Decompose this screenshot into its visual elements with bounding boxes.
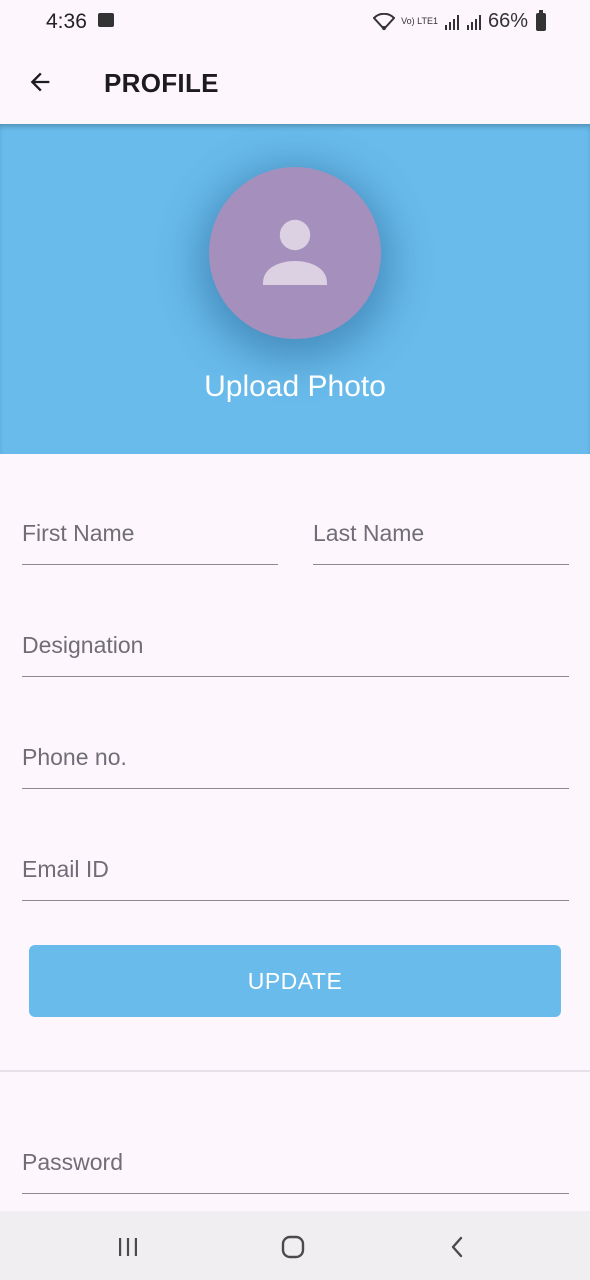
recents-icon [119, 1238, 137, 1256]
first-name-field[interactable]: First Name [22, 520, 278, 565]
avatar[interactable] [209, 167, 381, 339]
phone-label: Phone no. [22, 744, 127, 770]
battery-percent: 66% [487, 10, 528, 32]
home-button[interactable] [273, 1227, 313, 1267]
back-nav-button[interactable] [438, 1227, 478, 1267]
email-label: Email ID [22, 856, 109, 882]
recents-button[interactable] [108, 1227, 148, 1267]
signal-icon [444, 14, 459, 30]
phone-field[interactable]: Phone no. [22, 744, 569, 789]
designation-field[interactable]: Designation [22, 632, 569, 677]
wifi-icon [373, 12, 396, 30]
section-divider [0, 1070, 590, 1072]
signal-icon-2 [466, 14, 481, 30]
last-name-label: Last Name [313, 520, 425, 546]
back-button[interactable] [20, 62, 60, 102]
upload-photo-button[interactable]: Upload Photo [0, 370, 590, 404]
update-button[interactable]: UPDATE [29, 945, 561, 1017]
back-nav-icon [451, 1236, 463, 1258]
last-name-field[interactable]: Last Name [313, 520, 569, 565]
app-bar: PROFILE [0, 44, 590, 124]
email-field[interactable]: Email ID [22, 856, 569, 901]
battery-icon [536, 9, 546, 31]
home-icon [281, 1235, 305, 1259]
page-title: PROFILE [104, 68, 219, 98]
password-label: Password [22, 1149, 123, 1175]
profile-header: Upload Photo [0, 124, 590, 454]
status-indicators: Vo) LTE1 66% [373, 9, 546, 33]
network-type-label: Vo) LTE1 [401, 16, 438, 26]
first-name-label: First Name [22, 520, 135, 546]
gallery-icon [98, 13, 114, 27]
password-field[interactable]: Password [22, 1149, 569, 1194]
system-nav-bar [0, 1211, 590, 1280]
designation-label: Designation [22, 632, 144, 658]
person-icon [263, 219, 327, 285]
status-time: 4:36 [46, 10, 87, 33]
status-bar: 4:36 Vo) LTE1 66% [0, 0, 590, 44]
arrow-back-icon [30, 72, 50, 92]
